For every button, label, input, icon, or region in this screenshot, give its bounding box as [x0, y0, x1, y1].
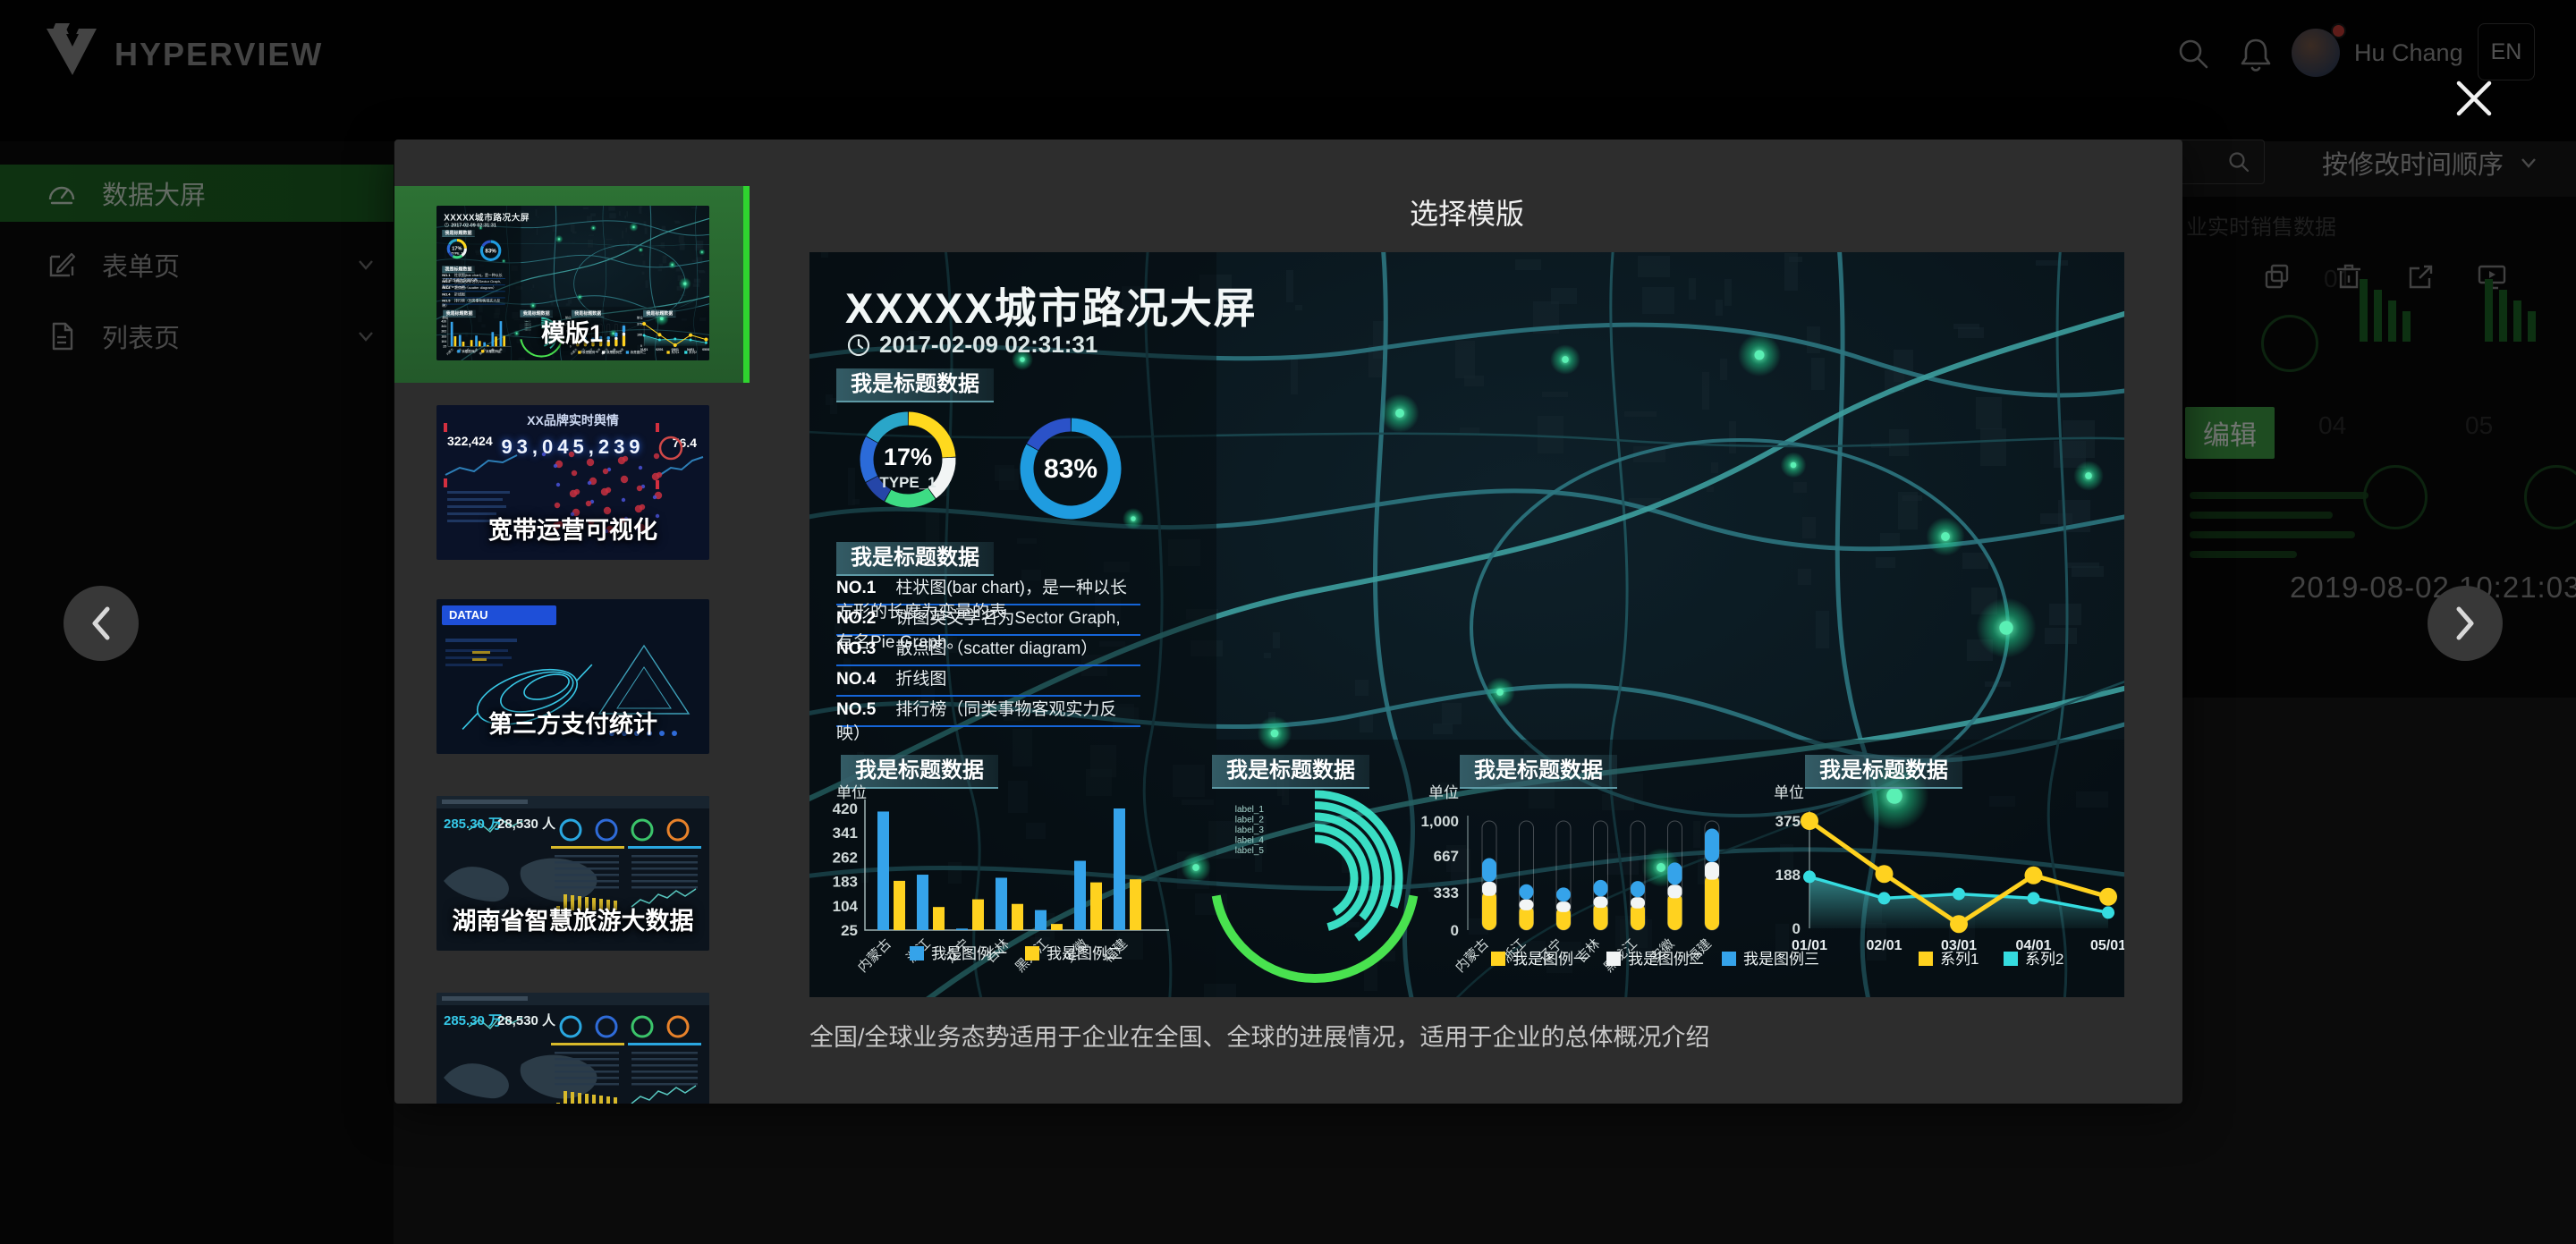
svg-text:内蒙古: 内蒙古	[1453, 936, 1492, 976]
svg-text:label_4: label_4	[1235, 836, 1265, 846]
svg-text:label_5: label_5	[1235, 846, 1265, 856]
svg-text:我是图例二: 我是图例二	[1046, 945, 1123, 962]
donut-type-label: TYPE_1	[854, 474, 962, 492]
svg-text:375: 375	[1775, 813, 1801, 830]
ranking-row: NO.1柱状图(bar chart)，是一种以长方形的长度为变量的表	[442, 273, 505, 279]
chevron-right-icon	[2450, 604, 2480, 643]
section-header: 我是标题数据	[442, 230, 475, 237]
svg-text:188: 188	[1775, 867, 1801, 884]
svg-text:02/01: 02/01	[1866, 938, 1902, 953]
svg-text:我是图例二: 我是图例二	[1628, 951, 1704, 968]
clock-icon	[445, 223, 449, 227]
preview-datetime: 2017-02-09 02:31:31	[445, 222, 496, 227]
previous-button[interactable]	[64, 586, 139, 661]
svg-text:333: 333	[1434, 884, 1459, 901]
svg-text:我是图例二: 我是图例二	[486, 349, 502, 353]
svg-text:我是图例一: 我是图例一	[1513, 951, 1589, 968]
chevron-left-icon	[86, 604, 116, 643]
next-button[interactable]	[2428, 586, 2503, 661]
template-name: 宽带运营可视化	[436, 511, 709, 546]
template-item-selected[interactable]: XXXXX城市路况大屏 2017-02-09 02:31:31 我是标题数据 我…	[394, 186, 750, 383]
svg-text:25: 25	[841, 922, 858, 939]
donut-value: 17%	[445, 245, 468, 250]
svg-text:单位: 单位	[836, 784, 867, 801]
template-modal: XXXXX城市路况大屏 2017-02-09 02:31:31 我是标题数据 我…	[394, 140, 2182, 1104]
donut-value: 17%	[854, 444, 962, 471]
template-item[interactable]: 湖南省智慧旅游大数据 285.30 万28,530 人	[436, 796, 709, 951]
ranking-row: NO.2饼图英文学名为Sector Graph, 有名Pie Graph。	[836, 605, 1140, 636]
svg-text:系列1: 系列1	[1940, 951, 1979, 968]
donut-type-label: TYPE_1	[445, 251, 468, 255]
svg-text:系列2: 系列2	[689, 350, 697, 354]
svg-text:183: 183	[833, 874, 858, 891]
close-icon	[2453, 77, 2496, 120]
svg-text:341: 341	[833, 825, 858, 842]
svg-text:01/01: 01/01	[1792, 938, 1827, 953]
template-item[interactable]: 285.30 万28,530 人	[436, 993, 709, 1104]
template-list: XXXXX城市路况大屏 2017-02-09 02:31:31 我是标题数据 我…	[394, 140, 750, 1104]
svg-text:1,000: 1,000	[1420, 813, 1459, 830]
svg-text:内蒙古: 内蒙古	[855, 936, 894, 976]
svg-text:系列2: 系列2	[2025, 951, 2063, 968]
template-item[interactable]: XX品牌实时舆情 322,424 93,045,239 76.4 宽带运营可视化	[436, 405, 709, 560]
ranking-row: NO.3散点图（scatter diagram）	[442, 285, 505, 292]
svg-text:0: 0	[1451, 922, 1459, 939]
svg-text:104: 104	[833, 898, 859, 915]
svg-text:label_3: label_3	[1235, 825, 1265, 835]
svg-text:我是图例一: 我是图例一	[462, 349, 478, 353]
donut-value: 83%	[479, 248, 502, 254]
template-preview: XXXXX城市路况大屏 2017-02-09 02:31:31 我是标题数据 我…	[809, 252, 2124, 997]
svg-text:我是图例三: 我是图例三	[631, 350, 647, 354]
svg-text:系列1: 系列1	[671, 350, 679, 354]
modal-title: 选择模版	[809, 191, 2124, 233]
ranking-row: NO.1柱状图(bar chart)，是一种以长方形的长度为变量的表	[836, 574, 1140, 605]
ranking-row: NO.2饼图英文学名为Sector Graph, 有名Pie Graph。	[442, 279, 505, 285]
ranking-row: NO.5排行榜（同类事物客观实力反映）	[836, 696, 1140, 727]
ranking-row: NO.4折线图	[442, 292, 505, 298]
app-root: HYPERVIEW Hu Chang EN 数据大屏	[0, 0, 2576, 1244]
section-header: 我是标题数据	[442, 266, 475, 273]
svg-text:单位: 单位	[1428, 784, 1459, 801]
svg-text:我是图例二: 我是图例二	[606, 350, 623, 354]
svg-text:0: 0	[1792, 920, 1801, 937]
thumb-stat: 285.30 万	[444, 1011, 502, 1029]
template-name: 湖南省智慧旅游大数据	[436, 901, 709, 936]
svg-text:我是图例一: 我是图例一	[582, 350, 598, 354]
thumb-stat: 285.30 万	[444, 814, 502, 833]
svg-text:我是图例一: 我是图例一	[931, 945, 1007, 962]
svg-text:262: 262	[833, 849, 858, 866]
thumb-stat: 28,530 人	[497, 1011, 555, 1029]
ranking-row: NO.3散点图（scatter diagram）	[836, 635, 1140, 666]
ranking-row: NO.5排行榜（同类事物客观实力反映）	[442, 298, 505, 304]
thumb-stat: 28,530 人	[497, 814, 555, 833]
donut-value: 83%	[1017, 454, 1124, 485]
template-name: 第三方支付统计	[436, 705, 709, 740]
svg-text:05/01: 05/01	[2090, 938, 2124, 953]
svg-text:420: 420	[833, 800, 858, 817]
selected-indicator-bar	[743, 186, 750, 383]
close-button[interactable]	[2453, 77, 2496, 120]
svg-text:667: 667	[1434, 848, 1459, 865]
template-name: 模版1	[394, 314, 750, 349]
template-description: 全国/全球业务态势适用于企业在全国、全球的进展情况，适用于企业的总体概况介绍	[809, 1018, 2124, 1053]
preview-title: XXXXX城市路况大屏	[444, 210, 530, 223]
ranking-row: NO.4折线图	[836, 665, 1140, 697]
svg-text:label_2: label_2	[1235, 816, 1265, 825]
svg-text:label_1: label_1	[1235, 805, 1265, 815]
svg-text:单位: 单位	[1774, 784, 1804, 801]
template-item[interactable]: DATAU 第三方支付统计	[436, 599, 709, 754]
